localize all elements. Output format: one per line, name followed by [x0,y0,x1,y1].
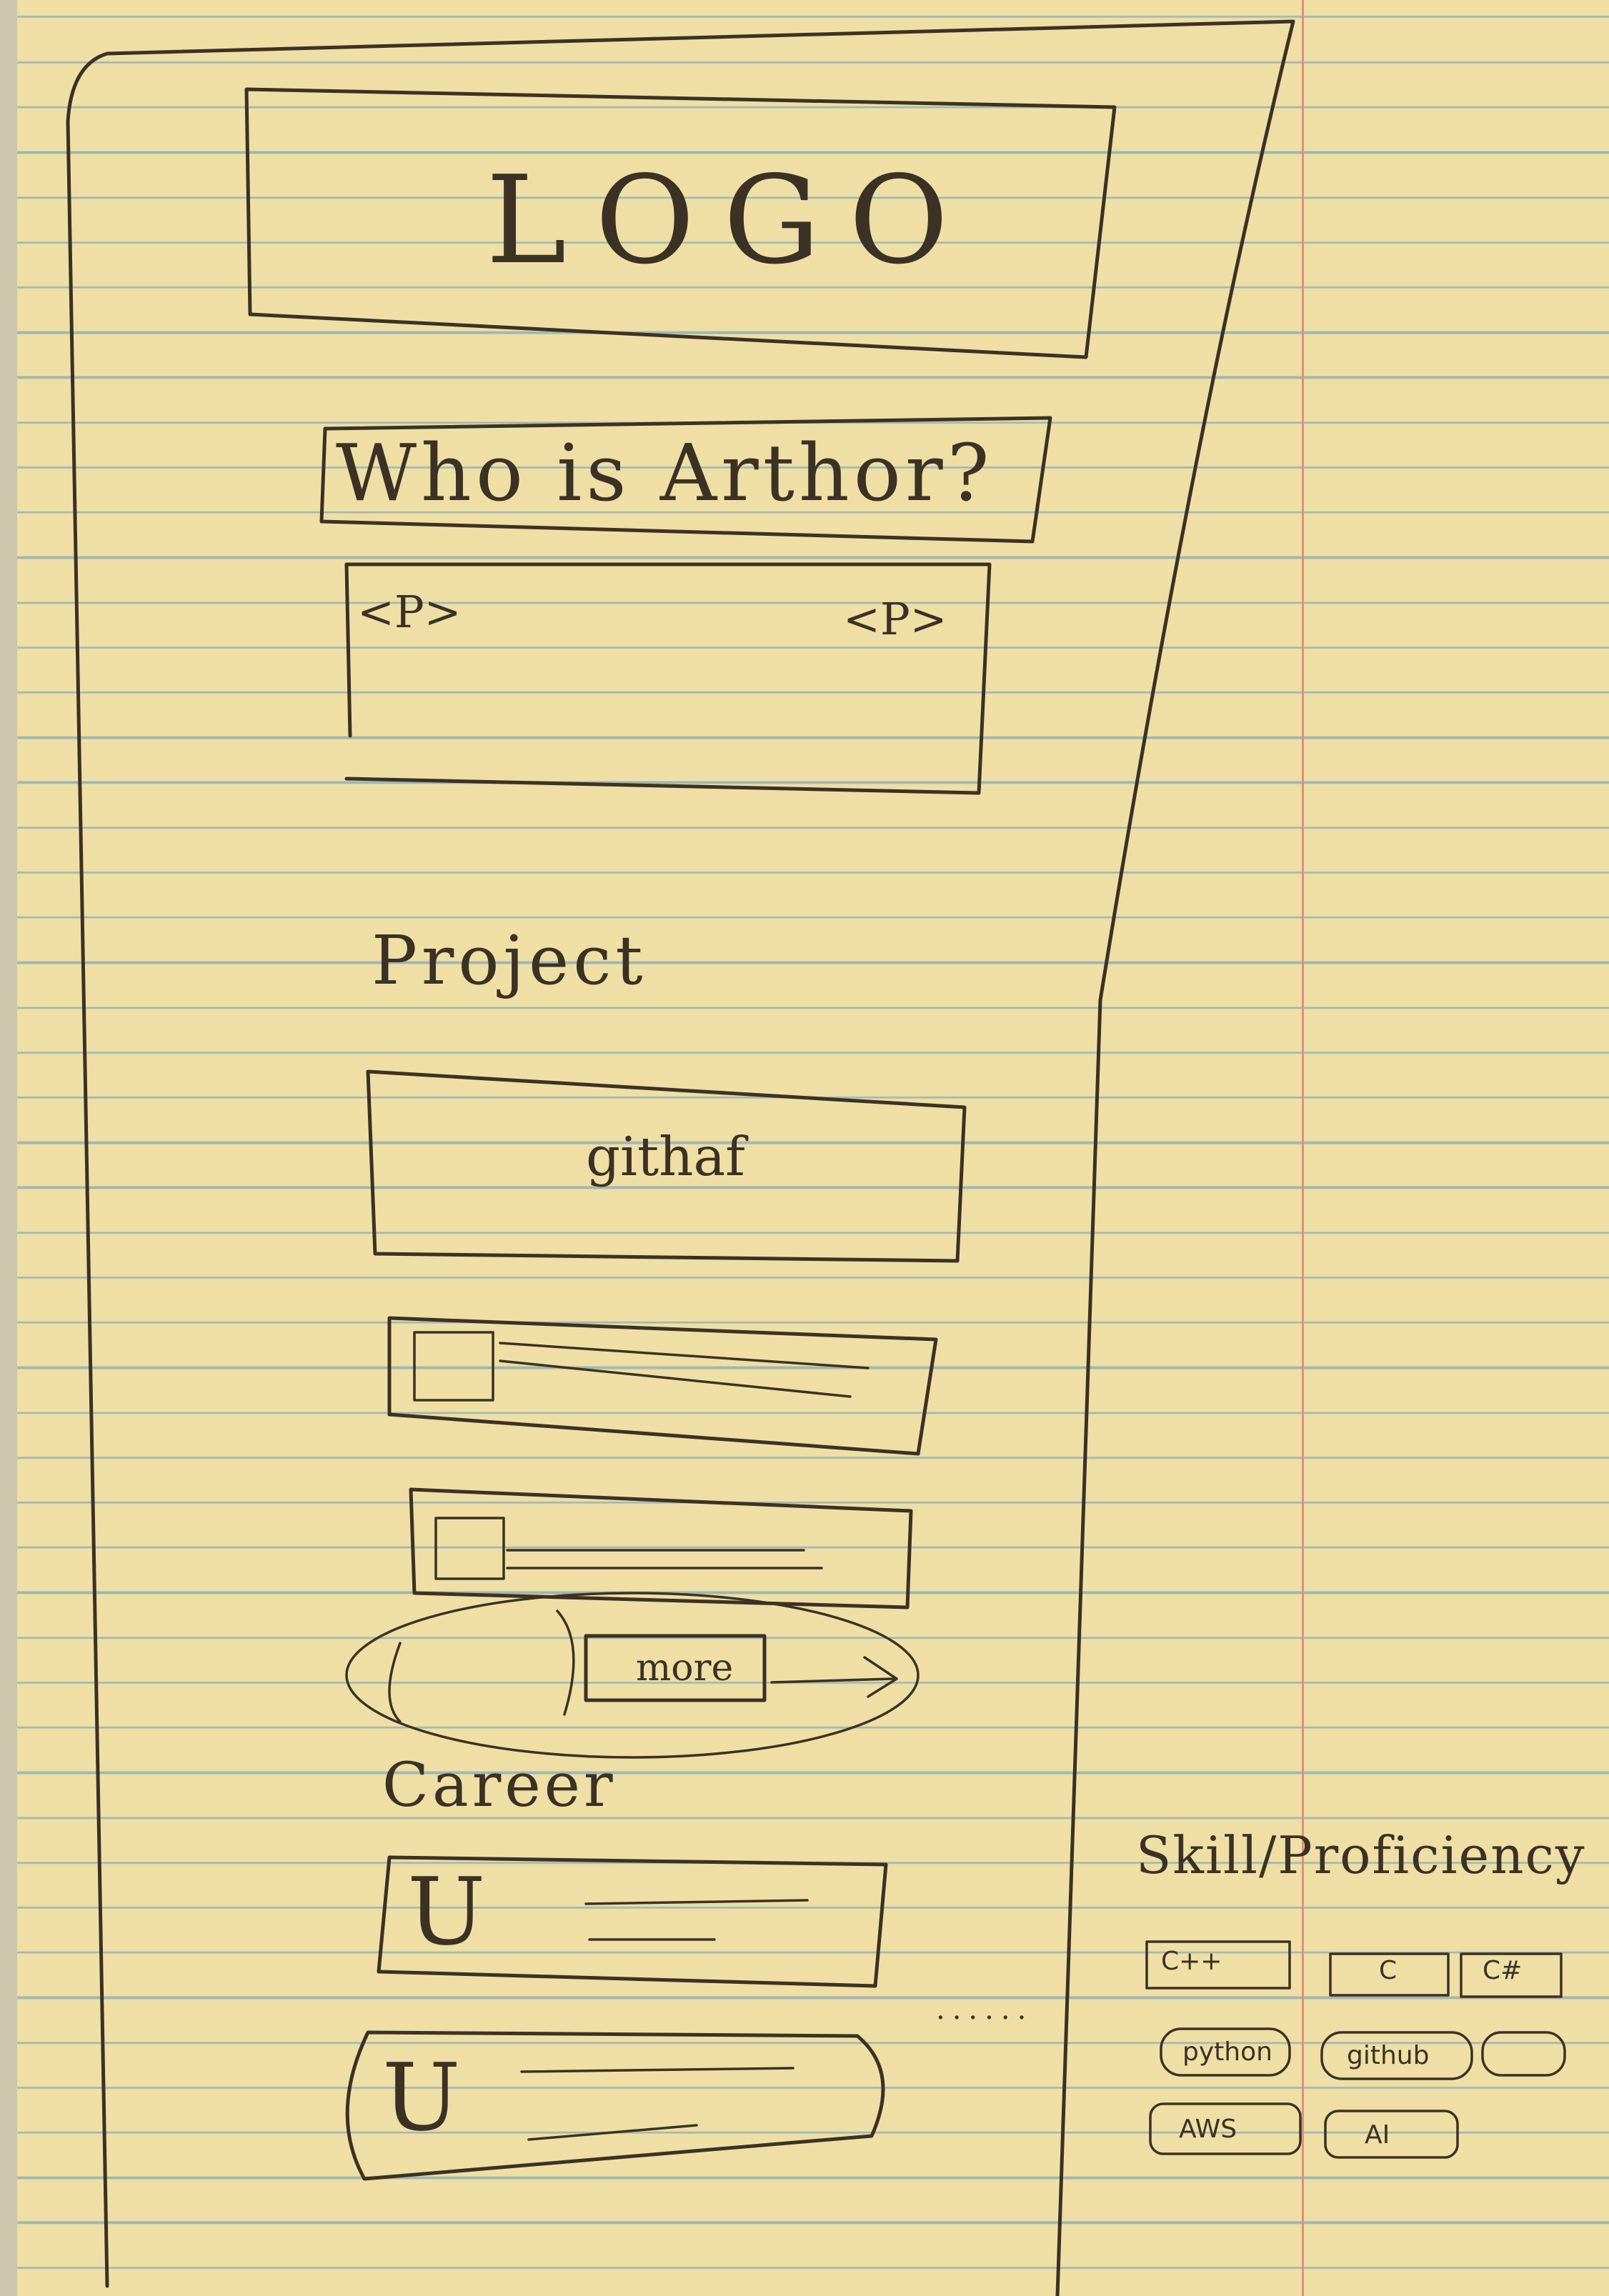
project-card-2 [409,1487,913,1609]
wireframe-sketch [66,19,1566,2296]
skill-python: python [1182,2037,1272,2067]
skill-chip-6 [1481,2031,1566,2077]
skill-chip-8 [1324,2110,1459,2159]
more-scribble [345,1592,920,1759]
paragraph-open-tag: <P> [357,586,462,638]
skill-aws: AWS [1179,2115,1237,2144]
skill-ai: AI [1365,2120,1390,2150]
skill-c: C [1379,1956,1398,1985]
github-link[interactable]: githaf [586,1125,745,1188]
skills-heading: Skill/Proficiency [1136,1825,1586,1885]
about-heading: Who is Arthor? [336,427,994,519]
logo-placeholder[interactable]: LOGO [486,150,977,291]
career-2-logo-icon: U [382,2043,461,2152]
career-1-logo-icon: U [407,1857,486,1966]
projects-heading: Project [372,922,647,1000]
paragraph-close-tag: <P> [843,593,947,645]
arrow-right-icon [770,1656,898,1698]
more-button-label[interactable]: more [636,1647,733,1689]
project-card-2-thumbnail [434,1517,505,1580]
project-card-1-thumbnail [413,1331,494,1402]
career-heading: Career [382,1750,617,1821]
skill-github: github [1347,2041,1430,2070]
project-card-1 [387,1316,938,1456]
connector-dots: ...... [936,1993,1034,2026]
skill-csharp: C# [1483,1956,1523,1985]
skill-cpp: C++ [1161,1947,1222,1976]
